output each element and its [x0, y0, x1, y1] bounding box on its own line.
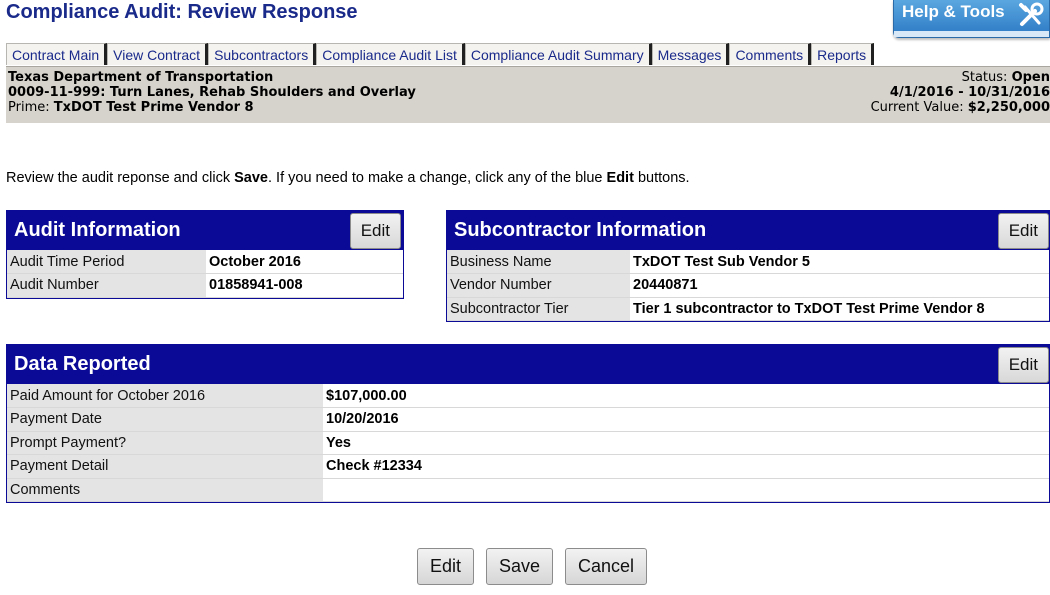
cancel-button[interactable]: Cancel: [565, 548, 648, 585]
help-tools-button[interactable]: Help & Tools: [893, 0, 1050, 38]
tab-comments[interactable]: Comments: [729, 43, 812, 65]
value-label: Current Value:: [870, 100, 964, 115]
tools-icon: [1019, 2, 1044, 26]
sub-info-body: Business Name TxDOT Test Sub Vendor 5 Ve…: [446, 250, 1050, 322]
audit-info-panel: Audit Information Edit Audit Time Period…: [6, 210, 404, 299]
business-name-value: TxDOT Test Sub Vendor 5: [630, 250, 1049, 274]
business-name-label: Business Name: [447, 250, 630, 274]
table-row: Audit Number 01858941-008: [7, 273, 403, 298]
status-line: Status: Open: [871, 70, 1050, 85]
audit-time-period-label: Audit Time Period: [7, 250, 206, 274]
comments-value: [323, 478, 1049, 502]
tab-bar: Contract Main View Contract Subcontracto…: [6, 43, 875, 65]
table-row: Payment Detail Check #12334: [7, 454, 1049, 479]
sub-info-edit-button[interactable]: Edit: [997, 213, 1049, 249]
instructions-text-2: . If you need to make a change, click an…: [267, 170, 607, 186]
sub-info-title: Subcontractor Information: [454, 219, 707, 241]
tab-reports[interactable]: Reports: [811, 43, 875, 65]
payment-detail-label: Payment Detail: [7, 454, 323, 479]
tab-contract-main[interactable]: Contract Main: [6, 43, 108, 65]
audit-info-edit-button[interactable]: Edit: [349, 213, 401, 249]
edit-button[interactable]: Edit: [417, 548, 475, 585]
status-value: Open: [1011, 70, 1050, 85]
prime-value: TxDOT Test Prime Vendor 8: [53, 100, 254, 115]
sub-info-header: Subcontractor Information Edit: [446, 210, 1050, 250]
paid-amount-value: $107,000.00: [323, 384, 1049, 408]
agency-name: Texas Department of Transportation: [8, 70, 274, 85]
page-title: Compliance Audit: Review Response: [6, 1, 358, 23]
payment-date-label: Payment Date: [7, 407, 323, 432]
subcontractor-tier-value: Tier 1 subcontractor to TxDOT Test Prime…: [630, 297, 1049, 321]
payment-date-value: 10/20/2016: [323, 407, 1049, 432]
table-row: Comments: [7, 478, 1049, 502]
value-amount: $2,250,000: [967, 100, 1050, 115]
save-button[interactable]: Save: [486, 548, 554, 585]
value-line: Current Value: $2,250,000: [871, 100, 1050, 115]
status-label: Status:: [961, 70, 1008, 85]
tab-view-contract[interactable]: View Contract: [107, 43, 209, 65]
instructions-text-3: buttons.: [633, 170, 690, 186]
contract-dates: 4/1/2016 - 10/31/2016: [889, 85, 1050, 100]
data-reported-panel: Data Reported Edit Paid Amount for Octob…: [6, 344, 1050, 503]
project-name: 0009-11-999: Turn Lanes, Rehab Shoulders…: [8, 85, 416, 100]
audit-info-title: Audit Information: [14, 219, 181, 241]
sub-info-panel: Subcontractor Information Edit Business …: [446, 210, 1050, 322]
sub-info-table: Business Name TxDOT Test Sub Vendor 5 Ve…: [447, 250, 1049, 321]
help-tools-label: Help & Tools: [902, 2, 1005, 21]
instructions-save-word: Save: [234, 170, 268, 186]
table-row: Payment Date 10/20/2016: [7, 407, 1049, 432]
comments-label: Comments: [7, 478, 323, 502]
vendor-number-label: Vendor Number: [447, 273, 630, 298]
contract-header: Texas Department of Transportation 0009-…: [6, 66, 1050, 123]
data-reported-title: Data Reported: [14, 353, 151, 375]
table-row: Vendor Number 20440871: [447, 273, 1049, 298]
table-row: Paid Amount for October 2016 $107,000.00: [7, 384, 1049, 408]
audit-info-header: Audit Information Edit: [6, 210, 404, 250]
audit-info-body: Audit Time Period October 2016 Audit Num…: [6, 250, 404, 299]
audit-time-period-value: October 2016: [206, 250, 403, 274]
tab-subcontractors[interactable]: Subcontractors: [208, 43, 317, 65]
prompt-payment-label: Prompt Payment?: [7, 431, 323, 455]
payment-detail-value: Check #12334: [323, 454, 1049, 479]
instructions-text-1: Review the audit reponse and click: [6, 170, 235, 186]
table-row: Prompt Payment? Yes: [7, 431, 1049, 455]
audit-info-table: Audit Time Period October 2016 Audit Num…: [7, 250, 403, 298]
instructions: Review the audit reponse and click Save.…: [6, 170, 690, 186]
tab-compliance-audit-list[interactable]: Compliance Audit List: [316, 43, 465, 65]
audit-number-label: Audit Number: [7, 273, 206, 298]
tab-compliance-audit-summary[interactable]: Compliance Audit Summary: [464, 43, 652, 65]
prime-label: Prime:: [8, 100, 50, 115]
help-strip: [894, 31, 1049, 37]
data-reported-edit-button[interactable]: Edit: [997, 347, 1049, 383]
vendor-number-value: 20440871: [630, 273, 1049, 298]
table-row: Audit Time Period October 2016: [7, 250, 403, 274]
paid-amount-label: Paid Amount for October 2016: [7, 384, 323, 408]
data-reported-table: Paid Amount for October 2016 $107,000.00…: [7, 384, 1049, 502]
data-reported-body: Paid Amount for October 2016 $107,000.00…: [6, 384, 1050, 503]
prime-line: Prime: TxDOT Test Prime Vendor 8: [8, 100, 416, 115]
prompt-payment-value: Yes: [323, 431, 1049, 455]
table-row: Subcontractor Tier Tier 1 subcontractor …: [447, 297, 1049, 321]
audit-number-value: 01858941-008: [206, 273, 403, 298]
instructions-edit-word: Edit: [606, 170, 634, 186]
table-row: Business Name TxDOT Test Sub Vendor 5: [447, 250, 1049, 274]
data-reported-header: Data Reported Edit: [6, 344, 1050, 384]
subcontractor-tier-label: Subcontractor Tier: [447, 297, 630, 321]
tab-messages[interactable]: Messages: [651, 43, 730, 65]
